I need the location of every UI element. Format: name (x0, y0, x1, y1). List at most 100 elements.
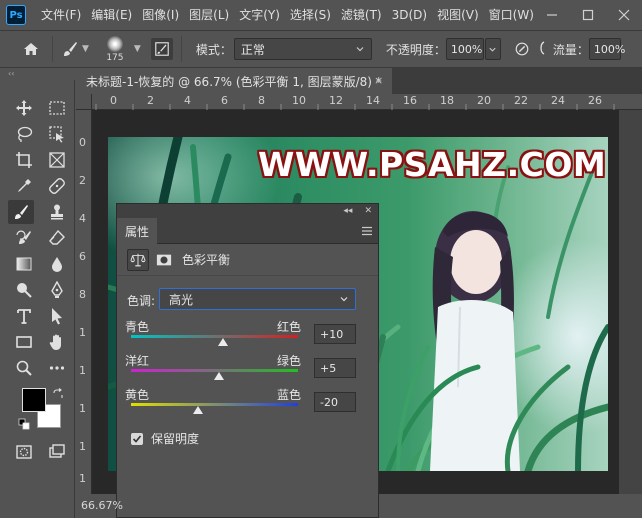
marquee-tool[interactable] (44, 96, 70, 120)
move-tool[interactable] (11, 96, 37, 120)
rectangle-tool[interactable] (11, 330, 37, 354)
eyedropper-tool[interactable] (11, 174, 37, 198)
watermark-text: WWW.PSAHZ.COM (258, 145, 607, 184)
brush-preset-picker[interactable]: 175 (99, 34, 131, 64)
brush-size-value: 175 (106, 53, 124, 63)
swap-colors-button[interactable] (52, 388, 64, 400)
zoom-level[interactable]: 66.67% (76, 494, 123, 518)
zoom-tool[interactable] (11, 356, 37, 380)
tool-preset-picker[interactable]: ▼ (61, 40, 89, 58)
ruler-label: 2 (79, 174, 86, 187)
slider-left-label: 黄色 (125, 388, 150, 402)
preserve-luminosity-checkbox[interactable] (131, 432, 143, 445)
more-tools-button[interactable] (44, 356, 70, 380)
adjustment-settings-button[interactable] (127, 248, 149, 271)
panel-menu-button[interactable] (362, 225, 372, 236)
menu-select[interactable]: 选择(S) (285, 0, 336, 30)
flow-input[interactable]: 100% (588, 38, 625, 60)
clone-stamp-tool[interactable] (44, 200, 70, 224)
path-select-tool[interactable] (44, 304, 70, 328)
menu-file[interactable]: 文件(F) (36, 0, 86, 30)
document-tab[interactable]: 未标题-1-恢复的 @ 66.7% (色彩平衡 1, 图层蒙版/8) * (76, 68, 392, 94)
menu-3d[interactable]: 3D(D) (387, 0, 432, 30)
horizontal-ruler[interactable]: 0 2 4 6 8 10 12 14 16 18 20 22 24 26 (92, 94, 642, 110)
brush-settings-button[interactable] (150, 38, 173, 60)
cyan-red-thumb[interactable] (217, 338, 228, 346)
tone-label: 色调: (127, 294, 156, 308)
maximize-button[interactable] (570, 0, 606, 30)
magenta-green-input[interactable]: +5 (314, 358, 356, 378)
balance-scale-icon (130, 253, 146, 266)
quick-select-tool[interactable] (44, 122, 70, 146)
pen-tool[interactable] (44, 278, 70, 302)
slider-right-label: 蓝色 (277, 388, 302, 402)
close-icon (618, 9, 630, 21)
chevron-down-icon[interactable]: ▼ (134, 44, 141, 54)
vertical-ruler[interactable]: 0 2 4 6 8 1 1 1 1 1 (76, 110, 92, 494)
opacity-dropdown[interactable] (484, 38, 501, 60)
preserve-luminosity-option[interactable]: 保留明度 (131, 430, 199, 447)
mode-label: 模式： (195, 42, 232, 57)
crop-tool[interactable] (11, 148, 37, 172)
type-tool[interactable] (11, 304, 37, 328)
tab-properties[interactable]: 属性 (117, 218, 157, 244)
dodge-icon (17, 283, 32, 298)
eraser-icon (49, 229, 65, 245)
chevron-down-icon (340, 297, 348, 302)
close-document-button[interactable]: × (374, 68, 383, 94)
pressure-icon (515, 42, 529, 56)
quick-mask-icon (16, 445, 32, 459)
blur-tool[interactable] (44, 252, 70, 276)
cyan-red-track[interactable] (131, 335, 298, 338)
yellow-blue-input[interactable]: -20 (314, 392, 356, 412)
yellow-blue-track[interactable] (131, 403, 298, 406)
healing-brush-icon (49, 178, 65, 194)
menu-image[interactable]: 图像(I) (137, 0, 184, 30)
document-tab-title: 未标题-1-恢复的 @ 66.7% (色彩平衡 1, 图层蒙版/8) * (86, 74, 382, 89)
menu-window[interactable]: 窗口(W) (484, 0, 539, 30)
ruler-origin[interactable] (76, 94, 92, 110)
gradient-tool[interactable] (11, 252, 37, 276)
properties-tab-bar: 属性 (117, 218, 378, 244)
slider-right-label: 红色 (277, 320, 302, 334)
collapse-panel-icon[interactable]: ◂◂ (343, 206, 352, 216)
default-colors-button[interactable] (18, 418, 30, 430)
ruler-label: 8 (79, 288, 86, 301)
close-window-button[interactable] (606, 0, 642, 30)
airbrush-toggle[interactable] (537, 40, 547, 58)
close-panel-icon[interactable]: ✕ (364, 206, 372, 216)
foreground-color-swatch[interactable] (22, 388, 46, 412)
canvas-scroll-area[interactable] (619, 110, 642, 494)
frame-tool[interactable] (44, 148, 70, 172)
cyan-red-slider-row: 青色 红色 +10 (125, 318, 370, 352)
menu-edit[interactable]: 编辑(E) (86, 0, 137, 30)
screen-mode-button[interactable] (44, 440, 70, 464)
menu-filter[interactable]: 滤镜(T) (336, 0, 387, 30)
eraser-tool[interactable] (44, 226, 70, 250)
menu-view[interactable]: 视图(V) (432, 0, 484, 30)
cyan-red-input[interactable]: +10 (314, 324, 356, 344)
menu-type[interactable]: 文字(Y) (234, 0, 285, 30)
history-brush-tool[interactable] (11, 226, 37, 250)
mode-select[interactable]: 正常 (233, 38, 372, 60)
lasso-tool[interactable] (11, 122, 37, 146)
hand-tool[interactable] (44, 330, 70, 354)
pen-tool-icon (51, 281, 63, 298)
yellow-blue-thumb[interactable] (192, 406, 203, 414)
pressure-opacity-button[interactable] (511, 38, 533, 60)
minimize-button[interactable] (534, 0, 570, 30)
dodge-tool[interactable] (11, 278, 37, 302)
magenta-green-thumb[interactable] (213, 372, 224, 380)
opacity-input[interactable]: 100% (445, 38, 484, 60)
tone-select[interactable]: 高光 (159, 288, 356, 310)
home-button[interactable] (18, 36, 44, 62)
menu-layer[interactable]: 图层(L) (184, 0, 234, 30)
quick-mask-button[interactable] (11, 440, 37, 464)
healing-brush-tool[interactable] (44, 174, 70, 198)
chevron-down-icon (489, 47, 496, 52)
ruler-label: 0 (79, 136, 86, 149)
preserve-luminosity-label: 保留明度 (151, 432, 200, 446)
layer-mask-button[interactable] (154, 250, 174, 270)
collapse-panels-button[interactable]: ‹‹ (0, 68, 75, 80)
brush-tool[interactable] (8, 200, 34, 224)
